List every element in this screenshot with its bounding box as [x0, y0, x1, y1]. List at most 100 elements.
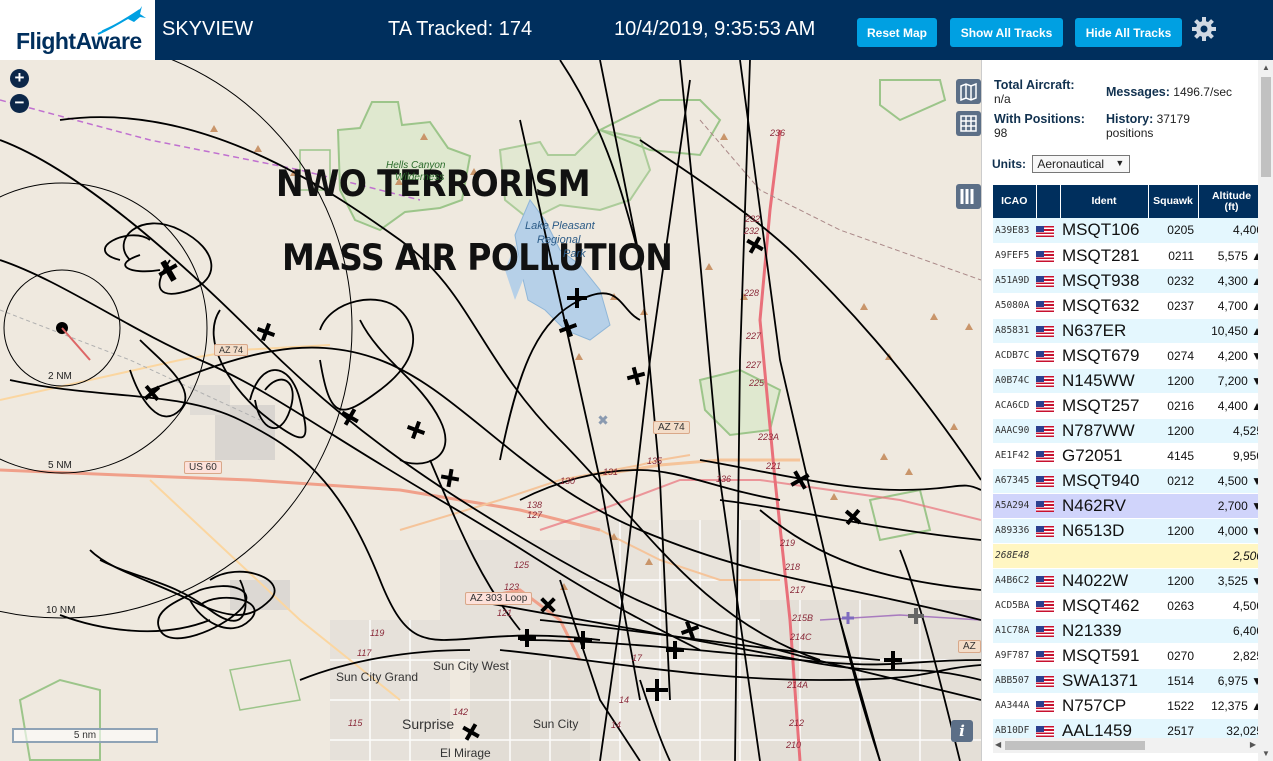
- zoom-in-button[interactable]: +: [10, 69, 29, 88]
- altitude-trend-icon: ▼: [1251, 524, 1258, 538]
- icao-cell: A0B74C: [993, 368, 1036, 394]
- table-row[interactable]: ACDB7CMSQT67902744,200 ▼: [993, 343, 1258, 369]
- squawk-cell: 0274: [1148, 343, 1198, 369]
- reset-map-button[interactable]: Reset Map: [857, 18, 937, 47]
- icao-cell: ACDB7C: [993, 343, 1036, 369]
- col-header-icao[interactable]: ICAO: [993, 185, 1037, 218]
- ident-cell: SWA1371: [1060, 668, 1148, 694]
- horizontal-scrollbar[interactable]: ◀ ▶: [993, 738, 1258, 753]
- table-row[interactable]: A89336N6513D12004,000 ▼: [993, 518, 1258, 544]
- us-flag-icon: [1036, 350, 1054, 362]
- route-az74-west: AZ 74: [214, 344, 249, 356]
- ident-cell: MSQT940: [1060, 468, 1148, 494]
- milepost: 228: [744, 288, 760, 298]
- table-row[interactable]: AB10DF AAL14592517 32,025: [993, 718, 1258, 738]
- gear-icon[interactable]: [1191, 16, 1217, 42]
- altitude-cell: 4,525: [1198, 418, 1258, 444]
- map-layers-icon[interactable]: [956, 79, 981, 104]
- squawk-cell: 0212: [1148, 468, 1198, 494]
- table-row[interactable]: AE1F42 G720514145 9,950: [993, 443, 1258, 469]
- altitude-trend-icon: ▼: [1251, 349, 1258, 363]
- aircraft-table-container[interactable]: ICAO Ident Squawk Altitude (ft) A39E83 MSQ…: [993, 185, 1258, 738]
- squawk-cell: 1522: [1148, 693, 1198, 719]
- us-flag-icon: [1036, 275, 1054, 287]
- altitude-cell: 10,450 ▲: [1198, 318, 1258, 344]
- squawk-cell: 1200: [1148, 568, 1198, 594]
- flag-cell: [1036, 718, 1060, 738]
- altitude-trend-icon: ▲: [1251, 324, 1258, 338]
- altitude-value: 7,200: [1217, 373, 1248, 388]
- table-row[interactable]: A51A9DMSQT93802324,300 ▲: [993, 268, 1258, 294]
- altitude-cell: 4,500: [1198, 593, 1258, 619]
- table-row[interactable]: A1C78A N21339 6,400: [993, 618, 1258, 644]
- altitude-value: 4,000: [1217, 523, 1248, 538]
- table-row[interactable]: ABB507SWA137115146,975 ▼: [993, 668, 1258, 694]
- altitude-value: 5,575: [1217, 248, 1248, 263]
- zoom-out-button[interactable]: −: [10, 94, 29, 113]
- hide-all-tracks-button[interactable]: Hide All Tracks: [1075, 18, 1182, 47]
- columns-icon[interactable]: [956, 184, 981, 209]
- us-flag-icon: [1036, 625, 1054, 637]
- show-all-tracks-button[interactable]: Show All Tracks: [950, 18, 1063, 47]
- place-hells-canyon: Hells Canyon: [386, 160, 446, 171]
- table-row[interactable]: ACA6CDMSQT25702164,400 ▲: [993, 393, 1258, 419]
- altitude-cell: 6,975 ▼: [1198, 668, 1258, 694]
- table-row[interactable]: A67345MSQT94002124,500 ▼: [993, 468, 1258, 494]
- scroll-right-icon[interactable]: ▶: [1250, 740, 1256, 749]
- scroll-thumb[interactable]: [1261, 77, 1271, 177]
- aircraft-table: ICAO Ident Squawk Altitude (ft) A39E83 MSQ…: [993, 185, 1258, 738]
- map-view[interactable]: + − i NWO TERRORISM MASS AIR POLLUTION 2…: [0, 60, 981, 761]
- units-select[interactable]: Aeronautical ▼: [1032, 155, 1131, 173]
- scroll-thumb[interactable]: [1005, 741, 1145, 750]
- flightaware-logo[interactable]: FlightAware: [0, 0, 155, 60]
- table-row[interactable]: A4B6C2N4022W12003,525 ▼: [993, 568, 1258, 594]
- us-flag-icon: [1036, 525, 1054, 537]
- col-header-altitude[interactable]: Altitude (ft): [1198, 185, 1258, 218]
- table-row[interactable]: A9F787 MSQT5910270 2,825: [993, 643, 1258, 669]
- scroll-left-icon[interactable]: ◀: [995, 740, 1001, 749]
- table-row[interactable]: A85831 N637ER 10,450 ▲: [993, 318, 1258, 344]
- table-row[interactable]: A0B74CN145WW12007,200 ▼: [993, 368, 1258, 394]
- squawk-cell: 0237: [1148, 293, 1198, 319]
- ident-cell: N462RV: [1060, 493, 1148, 519]
- table-row[interactable]: AA344AN757CP152212,375 ▲: [993, 693, 1258, 719]
- scroll-up-icon[interactable]: ▲: [1262, 63, 1270, 72]
- route-us60: US 60: [184, 461, 222, 474]
- icao-cell: A5080A: [993, 293, 1036, 319]
- squawk-cell: [1148, 543, 1198, 569]
- squawk-cell: 0232: [1148, 268, 1198, 294]
- grid-icon[interactable]: [956, 111, 981, 136]
- col-header-ident[interactable]: Ident: [1060, 185, 1149, 218]
- place-el-mirage: El Mirage: [440, 746, 491, 760]
- table-row[interactable]: AAAC90 N787WW1200 4,525: [993, 418, 1258, 444]
- flag-cell: [1036, 568, 1060, 594]
- table-row[interactable]: A5080AMSQT63202374,700 ▲: [993, 293, 1258, 319]
- milepost: 221: [766, 461, 782, 471]
- altitude-value: 4,400: [1232, 223, 1258, 238]
- total-aircraft-stat: Total Aircraft: n/a: [994, 78, 1075, 106]
- with-positions-value: 98: [994, 126, 1008, 140]
- icao-cell: A67345: [993, 468, 1036, 494]
- us-flag-icon: [1036, 500, 1054, 512]
- icao-cell: ACA6CD: [993, 393, 1036, 419]
- info-icon[interactable]: i: [951, 720, 973, 742]
- milepost: 218: [785, 562, 801, 572]
- table-row[interactable]: ACD5BA MSQT4620263 4,500: [993, 593, 1258, 619]
- icao-cell: ABB507: [993, 668, 1036, 694]
- altitude-trend-icon: ▲: [1251, 399, 1258, 413]
- col-header-flag[interactable]: [1036, 185, 1061, 218]
- tracked-count: TA Tracked: 174: [388, 18, 533, 40]
- table-row[interactable]: A5A294 N462RV 2,700 ▼: [993, 493, 1258, 519]
- range-label-5nm: 5 NM: [48, 460, 72, 471]
- col-header-squawk[interactable]: Squawk: [1148, 185, 1199, 218]
- table-row[interactable]: A9FEF5MSQT28102115,575 ▲: [993, 243, 1258, 269]
- vertical-scrollbar[interactable]: ▲ ▼: [1258, 60, 1273, 761]
- ident-cell: N787WW: [1060, 418, 1148, 444]
- altitude-value: 9,950: [1232, 448, 1258, 463]
- table-row[interactable]: 268E48 2,500: [993, 543, 1258, 569]
- history-value: 37179: [1156, 112, 1190, 126]
- scroll-down-icon[interactable]: ▼: [1262, 749, 1270, 758]
- place-sun-city-west: Sun City West: [433, 659, 509, 673]
- table-row[interactable]: A39E83 MSQT1060205 4,400: [993, 218, 1258, 244]
- flag-cell: [1036, 418, 1060, 444]
